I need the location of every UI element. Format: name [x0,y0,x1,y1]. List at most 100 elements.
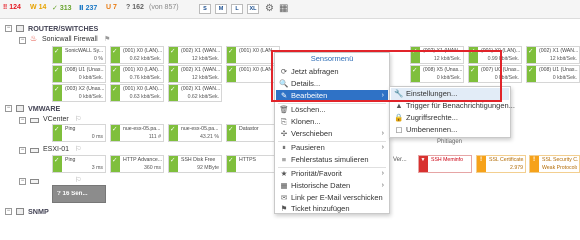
firewall-icon: ♨ [30,34,38,43]
sensor-tile-warning[interactable]: SSL Security C... Weak Protocols ... [529,155,580,173]
sensor-value: 0.63 kbit/Sek. [129,94,161,100]
sensor-tile-down[interactable]: SSH Meminfo [418,155,472,173]
sensor-tile[interactable]: (008) U1 (Unas... 0 kbit/Sek. [526,65,580,83]
status-up-icon [527,66,536,82]
sensor-tile[interactable]: SonicWALL Sy... 0 % [52,46,106,64]
collapse-esxi01-toggle[interactable]: − [19,147,26,154]
sensor-name: (001) X0 (LAN)... [123,86,162,92]
sensor-value: 0 % [94,56,103,62]
group-router-switches[interactable]: ROUTER/SWITCHES [28,24,98,33]
sensor-tile[interactable]: HTTP Advance... 360 ms [110,155,164,173]
menu-item-history[interactable]: ▦ Historische Daten › [276,180,388,192]
sensor-value: 12 kbit/Sek. [549,56,577,62]
trash-icon: 🗑 [279,105,289,114]
sensor-tile[interactable]: SSH Disk Free 92 MByte [168,155,222,173]
partial-sensor-label: Ver... [393,157,407,163]
move-icon: ✣ [280,129,288,138]
collapse-vcenter-toggle[interactable]: − [19,117,26,124]
collapse-router-toggle[interactable]: − [5,25,12,32]
sensor-name: (002) X1 (WAN... [539,48,578,54]
group-snmp[interactable]: SNMP [28,207,49,216]
unusual-count[interactable]: U 7 [106,4,117,11]
sensor-tile[interactable]: (002) X1 (WAN... 12 kbit/Sek. [168,65,222,83]
size-l-button[interactable]: L [231,4,243,14]
obscured-sensor-text: Phitiagen [437,139,463,145]
collapse-snmp-toggle[interactable]: − [5,208,12,215]
status-up-icon [53,47,62,63]
sensor-name: Datastor [239,126,259,132]
menu-item-delete[interactable]: 🗑 Löschen... [276,104,388,116]
sensor-tile[interactable]: HTTPS [226,155,280,173]
sensor-tile[interactable]: (002) X1 (WAN... 12 kbit/Sek. [168,46,222,64]
paused-count[interactable]: Ⅱ 237 [79,4,97,12]
flag-icon[interactable]: ⚐ [75,176,81,184]
sensor-tile[interactable]: (001) X0 (LAN)... 0.76 kbit/Sek. [110,65,164,83]
chevron-right-icon: › [381,182,384,189]
gear-icon[interactable]: ⚙ [265,3,274,14]
status-up-icon [169,85,178,101]
status-bar: ‼ 124 W 14 ✓ 313 Ⅱ 237 U 7 ? 162 (von 85… [0,0,580,19]
sensor-name: SSL Certificate... [489,157,524,163]
up-count[interactable]: ✓ 313 [52,4,72,12]
menu-item-priority[interactable]: ★ Priorität/Favorit › [276,168,388,180]
group-icon [16,105,24,112]
device-vcenter[interactable]: VCenter [43,116,69,123]
menu-item-clone[interactable]: ⎘ Klonen... [276,116,388,128]
flag-icon[interactable]: ⚐ [75,115,81,123]
sensor-name: (003) X2 (Unas... [65,86,104,92]
device-sonicwall[interactable]: Sonicwall Firewall [42,36,98,43]
size-m-button[interactable]: M [215,4,227,14]
status-up-icon [169,47,178,63]
size-xl-button[interactable]: XL [247,4,259,14]
menu-item-label: Link per E-Mail verschicken [291,193,383,202]
sensor-tile-unknown[interactable]: ? 16 Sen... [52,185,106,203]
sensor-tile[interactable]: (008) U1 (Unas... 0 kbit/Sek. [52,65,106,83]
total-count: (von 857) [149,4,179,11]
menu-item-ticket[interactable]: ⚑ Ticket hinzufügen [276,204,388,214]
menu-item-rename[interactable]: ▢ Umbenennen... [391,124,509,136]
collapse-esx08-toggle[interactable]: − [19,178,26,185]
sensor-value: 360 ms [143,165,161,171]
size-s-button[interactable]: S [199,4,211,14]
menu-item-access-rights[interactable]: 🔒 Zugriffsrechte... [391,112,509,124]
sensor-tile[interactable]: Datastor [226,124,280,142]
sensor-tile[interactable]: nue-esx-05.pa... 111 # [110,124,164,142]
status-up-icon [111,125,120,141]
sensor-tile[interactable]: (002) X1 (WAN... 12 kbit/Sek. [526,46,580,64]
status-up-icon [227,47,236,63]
sensor-name: ? 16 Sen... [57,191,88,197]
flag-icon[interactable]: ⚑ [104,35,110,43]
sensor-tile[interactable]: (003) X2 (Unas... 0 kbit/Sek. [52,84,106,102]
sensor-tile[interactable]: (002) X1 (WAN... 0.62 kbit/Sek. [168,84,222,102]
collapse-sonicwall-toggle[interactable]: − [19,37,26,44]
sensor-value: 0.76 kbit/Sek. [129,75,161,81]
group-vmware[interactable]: VMWARE [28,104,60,113]
device-esxi01[interactable]: ESXI-01 [43,146,69,153]
sensor-name: Ping [65,157,76,163]
menu-item-email-link[interactable]: ✉ Link per E-Mail verschicken [276,192,388,204]
sensor-tile[interactable]: Ping 3 ms [52,155,106,173]
unusual-count-value: 7 [113,4,117,11]
sensor-tile[interactable]: (001) X0 (LAN)... 0.62 kbit/Sek. [110,46,164,64]
menu-item-simulate-error[interactable]: ≡ Fehlerstatus simulieren [276,154,388,166]
collapse-vmware-toggle[interactable]: − [5,105,12,112]
menu-item-label: Löschen... [291,105,326,114]
menu-item-move[interactable]: ✣ Verschieben › [276,128,388,140]
warning-count[interactable]: W 14 [30,4,46,11]
sensor-tile-warning[interactable]: SSL Certificate... 2.979 [476,155,526,173]
sensor-tile[interactable]: (001) X0 (LAN)... 0.63 kbit/Sek. [110,84,164,102]
down-count[interactable]: ‼ 124 [3,4,21,11]
sensor-name: (002) X1 (WAN... [181,67,220,73]
menu-item-label: Historische Daten [291,181,351,190]
menu-item-pause[interactable]: ⏸ Pausieren › [276,142,388,154]
menu-item-label: Trigger für Benachrichtigungen... [406,101,515,110]
flag-icon[interactable]: ⚐ [75,145,81,153]
group-icon [16,208,24,215]
sensor-tile[interactable]: Ping 0 ms [52,124,106,142]
status-down-icon [419,156,428,172]
sensor-tile[interactable]: nue-esx-05.pa... 43.21 % [168,124,222,142]
unknown-count[interactable]: ? 162 [126,4,144,11]
grid-icon[interactable]: ▦ [279,3,288,14]
status-up-icon [53,66,62,82]
sensor-name: HTTPS [239,157,257,163]
